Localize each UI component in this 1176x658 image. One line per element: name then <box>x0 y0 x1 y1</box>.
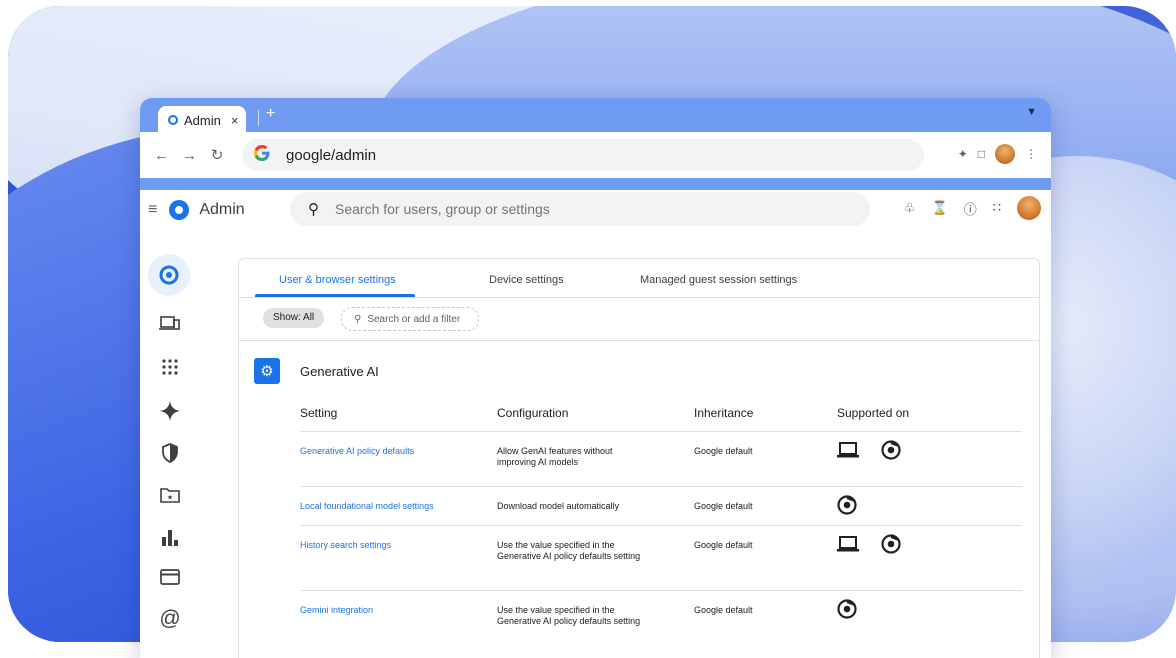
security-shield-icon[interactable] <box>150 434 190 472</box>
chrome-icon <box>881 534 901 554</box>
left-nav: ★ @ <box>140 230 198 658</box>
reload-icon[interactable]: ↻ <box>210 146 224 164</box>
billing-card-icon[interactable] <box>150 558 190 596</box>
apps-icon[interactable] <box>150 348 190 386</box>
tab-search-chevron-icon[interactable]: ▼ <box>1026 106 1037 118</box>
setting-link[interactable]: Gemini integration <box>300 605 485 616</box>
hamburger-menu-icon[interactable]: ≡ <box>148 201 157 219</box>
browser-window: Admin × + ▼ ← → ↻ google/admin ✦ □ ⋮ ≡ A… <box>140 98 1051 658</box>
settings-gear-icon: ⚙ <box>254 358 280 384</box>
supported-platforms <box>837 534 901 554</box>
shared-folder-icon[interactable]: ★ <box>150 476 190 514</box>
section-title: Generative AI <box>300 364 379 379</box>
hourglass-icon[interactable]: ⌛ <box>932 200 948 216</box>
tab-separator <box>258 110 259 126</box>
table-header: Setting Configuration Inheritance Suppor… <box>300 397 1022 432</box>
chrome-icon <box>881 440 901 460</box>
column-header-supported-on: Supported on <box>837 406 910 420</box>
address-bar[interactable]: google/admin <box>242 139 924 171</box>
app-title: Admin <box>199 201 245 218</box>
reports-bar-chart-icon[interactable] <box>150 518 190 556</box>
devices-icon[interactable] <box>150 304 190 342</box>
admin-logo-icon <box>169 200 190 220</box>
filter-input[interactable]: ⚲ Search or add a filter <box>341 307 479 331</box>
chrome-icon <box>837 599 857 619</box>
table-row[interactable]: Local foundational model settings Downlo… <box>300 487 1022 526</box>
gemini-sparkle-icon[interactable] <box>150 392 190 430</box>
column-header-setting: Setting <box>300 406 338 420</box>
header-icons: ♧ ⌛ ⓘ ∷ <box>904 196 1041 220</box>
laptop-icon <box>837 535 859 553</box>
inheritance-value: Google default <box>694 446 753 456</box>
filter-bar: Show: All ⚲ Search or add a filter <box>239 298 1039 341</box>
help-icon[interactable]: ⓘ <box>964 199 977 218</box>
table-row[interactable]: Generative AI policy defaults Allow GenA… <box>300 432 1022 487</box>
global-search-input[interactable] <box>333 200 817 218</box>
app-header: ≡ Admin ⚲ ♧ ⌛ ⓘ ∷ <box>140 190 1051 230</box>
new-tab-button[interactable]: + <box>266 105 275 123</box>
inheritance-value: Google default <box>694 540 753 550</box>
search-icon: ⚲ <box>354 313 362 325</box>
forward-arrow-icon[interactable]: → <box>182 147 197 164</box>
inheritance-value: Google default <box>694 605 753 615</box>
tab-title: Admin <box>184 112 221 128</box>
setting-link[interactable]: History search settings <box>300 540 485 551</box>
tab-managed-guest-session-settings[interactable]: Managed guest session settings <box>640 274 797 286</box>
url-text: google/admin <box>286 146 377 164</box>
active-tab-indicator <box>255 294 415 297</box>
configuration-value: Use the value specified in the Generativ… <box>497 605 641 626</box>
toolbar-icons: ✦ □ ⋮ <box>958 144 1037 164</box>
chrome-icon <box>837 495 857 515</box>
user-avatar[interactable] <box>1017 196 1041 220</box>
back-arrow-icon[interactable]: ← <box>154 147 169 164</box>
side-panel-icon[interactable]: □ <box>978 147 985 161</box>
inheritance-value: Google default <box>694 501 753 511</box>
column-header-configuration: Configuration <box>497 406 569 420</box>
configuration-value: Allow GenAI features without improving A… <box>497 446 613 467</box>
accent-bar <box>140 178 1051 190</box>
show-all-chip[interactable]: Show: All <box>263 308 325 328</box>
column-header-inheritance: Inheritance <box>694 406 754 420</box>
close-tab-icon[interactable]: × <box>231 113 239 128</box>
global-search[interactable]: ⚲ <box>290 192 870 226</box>
filter-placeholder: Search or add a filter <box>367 313 461 325</box>
table-row[interactable]: Gemini integration Use the value specifi… <box>300 591 1022 651</box>
svg-text:★: ★ <box>167 494 173 502</box>
setting-link[interactable]: Generative AI policy defaults <box>300 446 485 457</box>
chrome-nav-icon[interactable] <box>148 254 190 296</box>
apps-grid-icon[interactable]: ∷ <box>993 200 1001 216</box>
tab-strip: Admin × + ▼ <box>140 98 1051 134</box>
more-menu-icon[interactable]: ⋮ <box>1025 147 1037 161</box>
configuration-value: Download model automatically <box>497 501 620 511</box>
settings-table: Setting Configuration Inheritance Suppor… <box>300 397 1022 651</box>
configuration-value: Use the value specified in the Generativ… <box>497 540 641 561</box>
laptop-icon <box>837 441 859 459</box>
settings-panel: User & browser settings Device settings … <box>238 258 1040 658</box>
bell-icon[interactable]: ♧ <box>904 200 916 216</box>
browser-tab-admin[interactable]: Admin × <box>158 106 246 134</box>
setting-link[interactable]: Local foundational model settings <box>300 501 485 512</box>
search-icon: ⚲ <box>308 201 319 218</box>
supported-platforms <box>837 440 901 460</box>
supported-platforms <box>837 599 857 619</box>
browser-toolbar: ← → ↻ google/admin ✦ □ ⋮ <box>140 132 1051 178</box>
extensions-icon[interactable]: ✦ <box>958 147 968 161</box>
profile-avatar[interactable] <box>995 144 1015 164</box>
account-at-icon[interactable]: @ <box>150 600 190 638</box>
supported-platforms <box>837 495 857 515</box>
settings-tabs: User & browser settings Device settings … <box>239 259 1039 298</box>
table-row[interactable]: History search settings Use the value sp… <box>300 526 1022 591</box>
tab-user-browser-settings[interactable]: User & browser settings <box>279 274 396 286</box>
tab-device-settings[interactable]: Device settings <box>489 274 564 286</box>
google-g-icon <box>254 144 270 166</box>
admin-favicon-icon <box>168 115 178 125</box>
